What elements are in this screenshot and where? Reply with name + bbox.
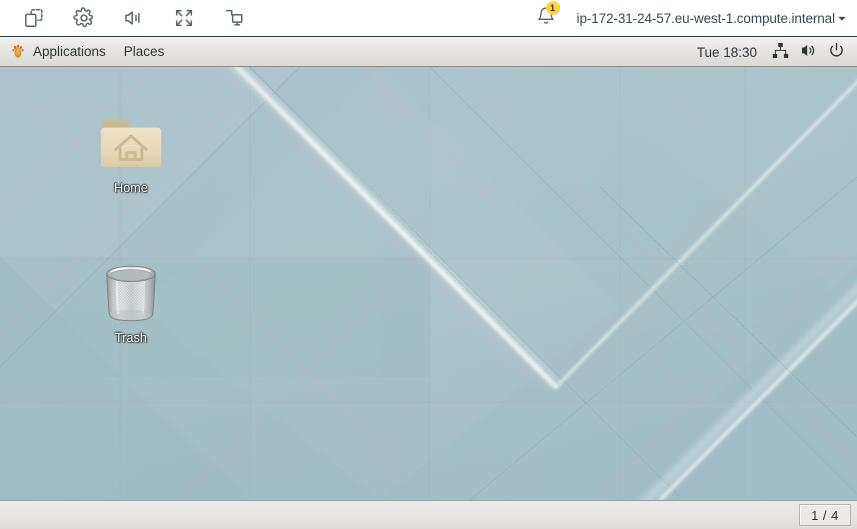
fullscreen-button[interactable] bbox=[159, 0, 209, 36]
window-list-applet[interactable] bbox=[0, 501, 799, 529]
power-icon bbox=[828, 42, 845, 62]
desktop-icon-label: Trash bbox=[115, 331, 147, 345]
duplicate-tab-button[interactable] bbox=[9, 0, 59, 36]
notification-badge: 1 bbox=[545, 1, 560, 15]
desktop-area[interactable]: Home Trash bbox=[0, 67, 857, 500]
notifications-button[interactable]: 1 bbox=[527, 0, 565, 36]
workspace-switcher[interactable]: 1 / 4 bbox=[799, 504, 851, 526]
desktop-icon-label: Home bbox=[114, 181, 148, 195]
vnc-screen: 1 ip-172-31-24-57.eu-west-1.compute.inte… bbox=[0, 0, 857, 529]
mate-logo-icon bbox=[9, 43, 27, 61]
clock-applet[interactable]: Tue 18:30 bbox=[688, 45, 766, 60]
browser-toolbar: 1 ip-172-31-24-57.eu-west-1.compute.inte… bbox=[0, 0, 857, 37]
mate-bottom-panel: 1 / 4 bbox=[0, 500, 857, 529]
hostname-dropdown-button[interactable] bbox=[837, 0, 857, 36]
desktop-icon-trash[interactable]: Trash bbox=[83, 255, 179, 345]
toolbar-icon-group bbox=[0, 0, 259, 36]
applications-menu[interactable]: Applications bbox=[0, 37, 115, 67]
power-button[interactable] bbox=[822, 37, 850, 67]
mate-top-panel: Applications Places Tue 18:30 bbox=[0, 37, 857, 67]
volume-icon bbox=[123, 7, 145, 29]
places-menu[interactable]: Places bbox=[115, 37, 174, 67]
places-menu-label: Places bbox=[123, 44, 165, 59]
trash-icon bbox=[95, 255, 167, 327]
fullscreen-icon bbox=[173, 7, 195, 29]
volume-toolbar-button[interactable] bbox=[109, 0, 159, 36]
settings-button[interactable] bbox=[59, 0, 109, 36]
duplicate-tab-icon bbox=[23, 7, 45, 29]
volume-icon bbox=[800, 42, 817, 62]
screen-share-icon bbox=[223, 7, 245, 29]
applications-menu-label: Applications bbox=[33, 44, 106, 59]
screen-share-button[interactable] bbox=[209, 0, 259, 36]
desktop-icon-home[interactable]: Home bbox=[83, 105, 179, 195]
home-folder-icon bbox=[95, 105, 167, 177]
volume-button[interactable] bbox=[794, 37, 822, 67]
hostname-label[interactable]: ip-172-31-24-57.eu-west-1.compute.intern… bbox=[565, 11, 837, 26]
network-icon bbox=[772, 42, 789, 62]
panel-tray: Tue 18:30 bbox=[688, 37, 857, 67]
settings-gear-icon bbox=[73, 7, 95, 29]
chevron-down-icon bbox=[838, 16, 846, 21]
toolbar-right-group: 1 ip-172-31-24-57.eu-west-1.compute.inte… bbox=[527, 0, 857, 36]
network-button[interactable] bbox=[766, 37, 794, 67]
